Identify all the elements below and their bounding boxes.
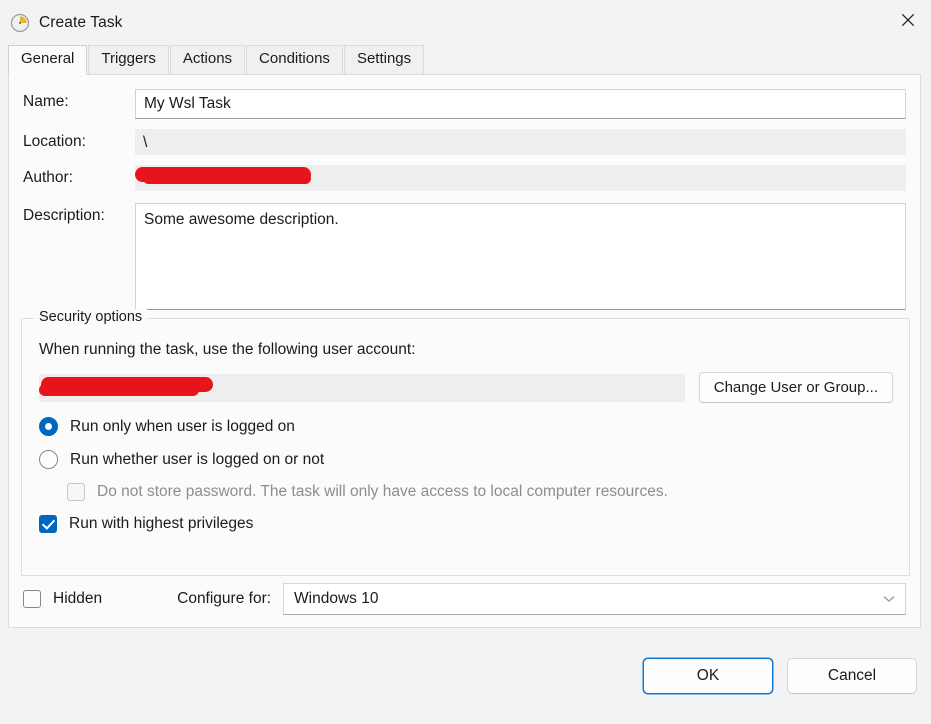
option-run-only-logged-on[interactable]: Run only when user is logged on — [39, 417, 893, 436]
radio-run-only-logged-on-label: Run only when user is logged on — [70, 418, 295, 436]
description-label: Description: — [23, 203, 135, 225]
location-value: \ — [135, 129, 906, 155]
tab-general-label: General — [21, 50, 74, 67]
user-account-row: Change User or Group... — [39, 372, 893, 403]
title-bar: Create Task — [0, 0, 931, 46]
tab-triggers-label: Triggers — [101, 50, 155, 67]
checkbox-hidden[interactable] — [23, 590, 41, 608]
ok-button[interactable]: OK — [643, 658, 773, 694]
tab-bar: General Triggers Actions Conditions Sett… — [0, 46, 931, 74]
user-account-prompt: When running the task, use the following… — [39, 341, 893, 359]
option-run-whether-logged-on[interactable]: Run whether user is logged on or not — [39, 450, 893, 469]
general-tab-panel: Name: Location: \ Author: Descripti — [8, 74, 921, 628]
window-title: Create Task — [39, 14, 123, 32]
create-task-dialog: Create Task General Triggers Actions Con… — [0, 0, 931, 724]
dialog-footer: OK Cancel — [0, 628, 931, 724]
checkbox-run-highest-privileges-label: Run with highest privileges — [69, 515, 253, 533]
tab-triggers[interactable]: Triggers — [88, 45, 168, 74]
tab-conditions-label: Conditions — [259, 50, 330, 67]
author-row: Author: — [9, 165, 920, 191]
configure-row: Hidden Configure for: Windows 10 — [23, 583, 906, 615]
cancel-button[interactable]: Cancel — [787, 658, 917, 694]
close-button[interactable] — [884, 0, 931, 40]
author-value — [135, 165, 906, 191]
change-user-or-group-button[interactable]: Change User or Group... — [699, 372, 893, 403]
author-redaction-stroke — [143, 173, 311, 184]
tab-settings[interactable]: Settings — [344, 45, 424, 74]
configure-for-label: Configure for: — [177, 590, 271, 608]
radio-run-only-logged-on[interactable] — [39, 417, 58, 436]
user-account-field — [39, 374, 685, 402]
checkbox-do-not-store-password-label: Do not store password. The task will onl… — [97, 483, 668, 501]
chevron-down-icon — [883, 593, 895, 605]
security-options-group: Security options When running the task, … — [21, 318, 910, 576]
configure-for-value: Windows 10 — [294, 590, 378, 608]
configure-for-select[interactable]: Windows 10 — [283, 583, 906, 615]
hidden-option[interactable]: Hidden — [23, 590, 102, 608]
description-textarea[interactable] — [135, 203, 906, 310]
tab-general[interactable]: General — [8, 45, 87, 75]
name-input[interactable] — [135, 89, 906, 119]
radio-run-whether-logged-on-label: Run whether user is logged on or not — [70, 451, 324, 469]
tab-actions[interactable]: Actions — [170, 45, 245, 74]
location-row: Location: \ — [9, 129, 920, 155]
close-icon — [901, 13, 915, 27]
security-options-legend: Security options — [34, 309, 147, 325]
description-row: Description: — [9, 203, 920, 315]
user-account-redaction-stroke — [39, 384, 199, 396]
tab-settings-label: Settings — [357, 50, 411, 67]
name-row: Name: — [9, 89, 920, 119]
checkbox-do-not-store-password — [67, 483, 85, 501]
tab-actions-label: Actions — [183, 50, 232, 67]
option-run-highest-privileges[interactable]: Run with highest privileges — [39, 515, 893, 533]
clock-icon — [10, 13, 30, 33]
radio-run-whether-logged-on[interactable] — [39, 450, 58, 469]
option-do-not-store-password: Do not store password. The task will onl… — [67, 483, 893, 501]
author-label: Author: — [23, 165, 135, 187]
hidden-label: Hidden — [53, 590, 102, 608]
location-label: Location: — [23, 129, 135, 151]
checkbox-run-highest-privileges[interactable] — [39, 515, 57, 533]
tab-conditions[interactable]: Conditions — [246, 45, 343, 74]
name-label: Name: — [23, 89, 135, 111]
